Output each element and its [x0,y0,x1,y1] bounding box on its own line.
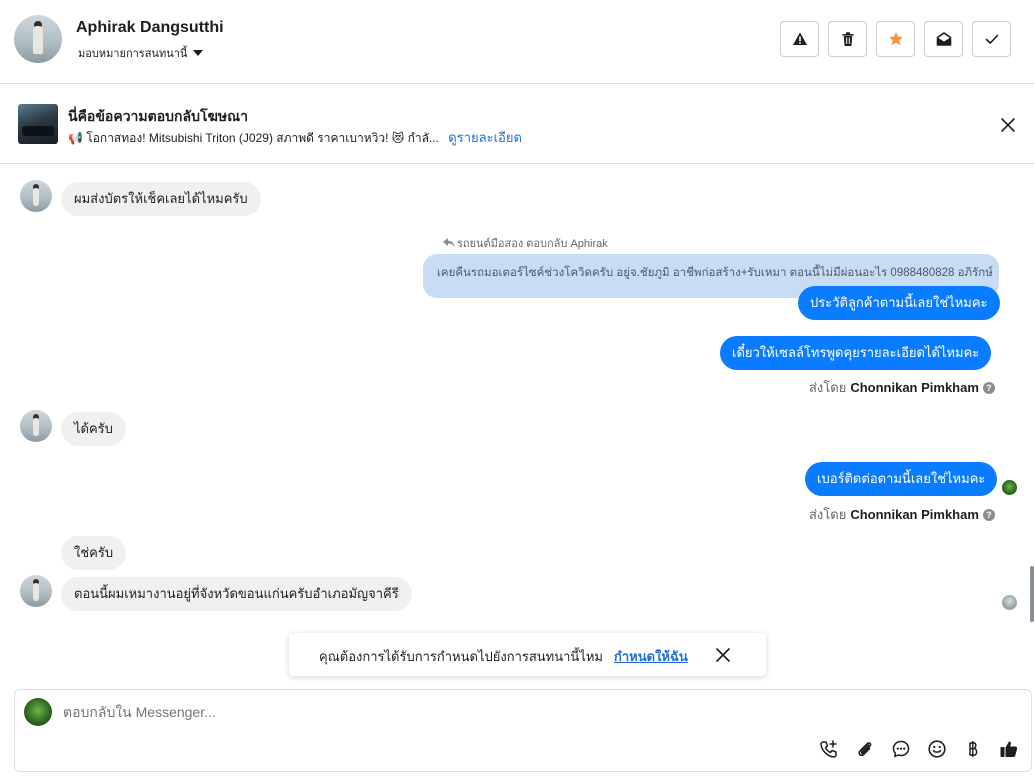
incoming-message[interactable]: ใช่ครับ [61,536,127,570]
page-avatar [24,698,52,726]
seen-indicator-icon [1002,480,1017,495]
saved-reply-button[interactable] [889,737,913,761]
attach-file-button[interactable] [853,737,877,761]
emoji-icon [928,740,946,758]
like-icon [1000,741,1018,757]
star-icon [888,32,903,46]
sent-by-prefix: ส่งโดย [809,507,847,522]
payment-button[interactable] [961,737,985,761]
outgoing-message[interactable]: เดี๋ยวให้เซลล์โทรพูดคุยรายละเอียดได้ไหมค… [720,336,992,370]
mark-done-button[interactable] [972,21,1011,57]
close-icon [1001,118,1015,132]
sent-by-label: ส่งโดย Chonnikan Pimkham ? [809,377,995,398]
assign-prompt-text: คุณต้องการได้รับการกำหนดไปยังการสนทนานี้… [319,649,603,664]
ad-details-link[interactable]: ดูรายละเอียด [448,130,522,145]
warning-icon [792,32,807,45]
baht-icon [969,741,978,757]
help-icon[interactable]: ? [982,381,995,394]
message-thread[interactable]: ผมส่งบัตรให้เช็คเลยได้ไหมครับ รถยนต์มือส… [0,164,1034,684]
sent-by-prefix: ส่งโดย [809,380,847,395]
attachment-icon [858,742,872,757]
check-icon [985,34,998,44]
contact-avatar-small[interactable] [20,410,52,442]
reply-meta-text: รถยนต์มือสอง ตอบกลับ Aphirak [457,238,608,250]
assign-label: มอบหมายการสนทนานี้ [78,48,188,60]
sent-by-label: ส่งโดย Chonnikan Pimkham ? [809,504,995,525]
caret-down-icon [193,50,204,56]
conversation-header: Aphirak Dangsutthi มอบหมายการสนทนานี้ [0,0,1034,84]
message-composer [14,689,1032,772]
sent-by-name: Chonnikan Pimkham [850,380,979,395]
mark-unread-button[interactable] [924,21,963,57]
reply-input[interactable] [63,704,763,720]
reply-arrow-icon [443,238,455,248]
call-add-icon [820,740,837,758]
contact-avatar-small[interactable] [20,180,52,212]
saved-reply-icon [892,740,910,758]
assign-to-me-link[interactable]: กำหนดให้ฉัน [614,646,688,667]
scrollbar-thumb[interactable] [1030,566,1034,622]
add-call-button[interactable] [817,737,841,761]
reply-meta: รถยนต์มือสอง ตอบกลับ Aphirak [443,234,608,252]
trash-icon [842,32,853,46]
ad-reply-banner: นี่คือข้อความตอบกลับโฆษณา 📢 โอกาสทอง! Mi… [0,84,1034,164]
incoming-message[interactable]: ได้ครับ [61,412,126,446]
read-receipt-avatar [1002,595,1017,610]
assign-prompt-toast: คุณต้องการได้รับการกำหนดไปยังการสนทนานี้… [289,633,766,676]
ad-thumbnail[interactable] [18,104,58,144]
outgoing-message[interactable]: ประวัติลูกค้าตามนี้เลยใช่ไหมคะ [798,286,1000,320]
incoming-message[interactable]: ตอนนี้ผมเหมางานอยู่ที่จังหวัดขอนแก่นครับ… [61,577,412,611]
thread-scrollbar[interactable] [1029,164,1034,630]
assign-conversation-dropdown[interactable]: มอบหมายการสนทนานี้ [78,44,204,62]
contact-avatar-small[interactable] [20,575,52,607]
help-icon[interactable]: ? [982,508,995,521]
close-ad-banner-button[interactable] [996,113,1020,137]
send-like-button[interactable] [997,737,1021,761]
outgoing-message[interactable]: เบอร์ติดต่อตามนี้เลยใช่ไหมคะ [805,462,998,496]
contact-name[interactable]: Aphirak Dangsutthi [76,19,224,37]
incoming-message[interactable]: ผมส่งบัตรให้เช็คเลยได้ไหมครับ [61,182,261,216]
ad-banner-title: นี่คือข้อความตอบกลับโฆษณา [68,108,248,124]
contact-avatar[interactable] [14,15,62,63]
star-button[interactable] [876,21,915,57]
close-toast-button[interactable] [714,646,732,664]
ad-preview-text: 📢 โอกาสทอง! Mitsubishi Triton (J029) สภา… [68,131,439,145]
ad-banner-text: 📢 โอกาสทอง! Mitsubishi Triton (J029) สภา… [68,127,522,148]
emoji-button[interactable] [925,737,949,761]
envelope-open-icon [936,32,951,46]
sent-by-name: Chonnikan Pimkham [850,507,979,522]
delete-button[interactable] [828,21,867,57]
report-button[interactable] [780,21,819,57]
close-icon [716,648,730,662]
